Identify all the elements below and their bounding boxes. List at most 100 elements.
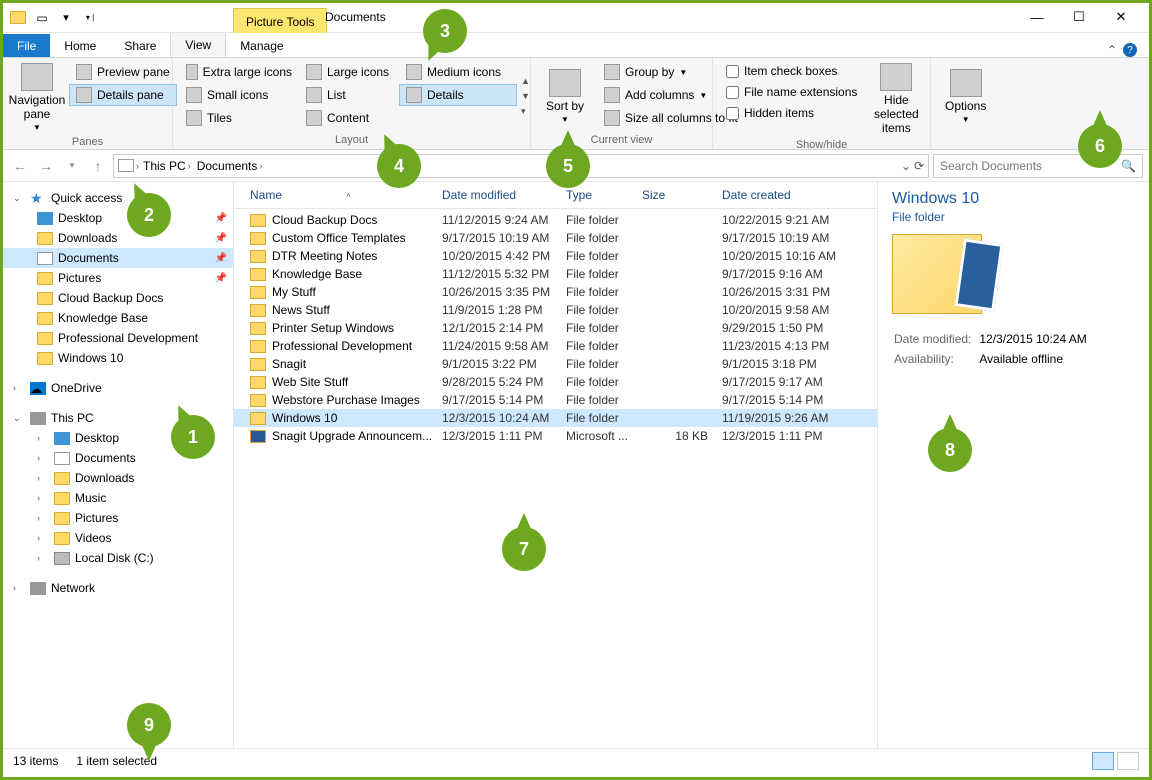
tab-file[interactable]: File — [3, 34, 50, 57]
preview-pane-button[interactable]: Preview pane — [69, 61, 177, 83]
up-button[interactable]: ↑ — [87, 155, 109, 177]
file-row[interactable]: DTR Meeting Notes10/20/2015 4:42 PMFile … — [234, 247, 877, 265]
tab-share[interactable]: Share — [110, 34, 170, 57]
file-row[interactable]: Printer Setup Windows12/1/2015 2:14 PMFi… — [234, 319, 877, 337]
details-pane: Windows 10 File folder Date modified:12/… — [877, 182, 1149, 748]
forward-button[interactable]: → — [35, 155, 57, 177]
file-row[interactable]: Snagit Upgrade Announcem...12/3/2015 1:1… — [234, 427, 877, 445]
details-value-availability: Available offline — [979, 350, 1092, 368]
options-button[interactable]: Options▼ — [937, 61, 994, 132]
nav-pc-videos[interactable]: ›Videos — [3, 528, 233, 548]
layout-details[interactable]: Details — [399, 84, 517, 106]
file-row[interactable]: My Stuff10/26/2015 3:35 PMFile folder10/… — [234, 283, 877, 301]
file-row[interactable]: Knowledge Base11/12/2015 5:32 PMFile fol… — [234, 265, 877, 283]
layout-medium-icons[interactable]: Medium icons — [399, 61, 517, 83]
nav-qa-downloads[interactable]: Downloads📌 — [3, 228, 233, 248]
ribbon-collapse-icon[interactable]: ⌃ — [1107, 43, 1117, 57]
view-details-icon[interactable] — [1092, 752, 1114, 770]
breadcrumb[interactable]: › This PC › Documents › ⌄ ⟳ — [113, 154, 929, 178]
add-columns-icon — [604, 87, 620, 103]
recent-locations-button[interactable]: ▾ — [61, 155, 83, 177]
layout-extra-large-icons[interactable]: Extra large icons — [179, 61, 299, 83]
file-row[interactable]: News Stuff11/9/2015 1:28 PMFile folder10… — [234, 301, 877, 319]
tab-manage[interactable]: Manage — [226, 34, 297, 57]
tiles-icon — [186, 110, 202, 126]
column-name[interactable]: Name˄ — [250, 188, 442, 202]
hide-selected-button[interactable]: Hide selected items — [868, 61, 924, 137]
layout-content[interactable]: Content — [299, 107, 399, 129]
nav-qa-knowledge-base[interactable]: Knowledge Base — [3, 308, 233, 328]
file-name-extensions[interactable]: File name extensions — [719, 82, 864, 102]
layout-tiles[interactable]: Tiles — [179, 107, 299, 129]
column-size[interactable]: Size — [642, 188, 722, 202]
file-row[interactable]: Windows 1012/3/2015 10:24 AMFile folder1… — [234, 409, 877, 427]
minimize-button[interactable]: — — [1017, 6, 1057, 28]
details-pane-button[interactable]: Details pane — [69, 84, 177, 106]
column-date-modified[interactable]: Date modified — [442, 188, 566, 202]
file-row[interactable]: Cloud Backup Docs11/12/2015 9:24 AMFile … — [234, 211, 877, 229]
file-row[interactable]: Custom Office Templates9/17/2015 10:19 A… — [234, 229, 877, 247]
layout-scroll-up-icon[interactable]: ▲ — [521, 76, 530, 86]
tab-view[interactable]: View — [170, 32, 226, 57]
nav-qa-cloud-backup-docs[interactable]: Cloud Backup Docs — [3, 288, 233, 308]
help-icon[interactable]: ? — [1123, 43, 1137, 57]
nav-qa-pictures[interactable]: Pictures📌 — [3, 268, 233, 288]
nav-pc-downloads[interactable]: ›Downloads — [3, 468, 233, 488]
nav-network[interactable]: ›Network — [3, 578, 233, 598]
folder-icon — [250, 340, 266, 353]
layout-list[interactable]: List — [299, 84, 399, 106]
properties-icon[interactable]: ▭ — [31, 7, 53, 29]
sm-icons-icon — [186, 87, 202, 103]
column-type[interactable]: Type — [566, 188, 642, 202]
file-list: Name˄ Date modified Type Size Date creat… — [234, 182, 877, 748]
file-row[interactable]: Professional Development11/24/2015 9:58 … — [234, 337, 877, 355]
hidden-items[interactable]: Hidden items — [719, 103, 864, 123]
nav-qa-desktop[interactable]: Desktop📌 — [3, 208, 233, 228]
column-headers: Name˄ Date modified Type Size Date creat… — [234, 182, 877, 209]
callout-1: 1 — [171, 415, 215, 459]
back-button[interactable]: ← — [9, 155, 31, 177]
file-row[interactable]: Webstore Purchase Images9/17/2015 5:14 P… — [234, 391, 877, 409]
layout-small-icons[interactable]: Small icons — [179, 84, 299, 106]
column-date-created[interactable]: Date created — [722, 188, 862, 202]
navigation-pane-icon — [21, 63, 53, 91]
nav-onedrive[interactable]: ›☁OneDrive — [3, 378, 233, 398]
file-row[interactable]: Snagit9/1/2015 3:22 PMFile folder9/1/201… — [234, 355, 877, 373]
nav-qa-documents[interactable]: Documents📌 — [3, 248, 233, 268]
details-value-modified: 12/3/2015 10:24 AM — [979, 330, 1092, 348]
file-row[interactable]: Web Site Stuff9/28/2015 5:24 PMFile fold… — [234, 373, 877, 391]
window-title: Documents — [325, 10, 386, 24]
callout-9: 9 — [127, 703, 171, 747]
close-button[interactable]: ✕ — [1101, 6, 1141, 28]
layout-scroll-down-icon[interactable]: ▼ — [521, 91, 530, 101]
contextual-tab-picture-tools[interactable]: Picture Tools — [233, 8, 327, 33]
refresh-icon[interactable]: ⟳ — [914, 159, 924, 173]
sort-icon — [549, 69, 581, 97]
breadcrumb-dropdown-icon[interactable]: ⌄ — [901, 159, 911, 173]
maximize-button[interactable]: ☐ — [1059, 6, 1099, 28]
breadcrumb-this-pc[interactable]: This PC › — [141, 159, 193, 173]
view-thumbnails-icon[interactable] — [1117, 752, 1139, 770]
item-check-boxes[interactable]: Item check boxes — [719, 61, 864, 81]
layout-large-icons[interactable]: Large icons — [299, 61, 399, 83]
layout-expand-icon[interactable]: ▾ — [521, 106, 530, 117]
status-bar: 13 items 1 item selected — [3, 748, 1149, 772]
nav-qa-professional-development[interactable]: Professional Development — [3, 328, 233, 348]
lg-icons-icon — [306, 64, 322, 80]
nav-pc-music[interactable]: ›Music — [3, 488, 233, 508]
nav-qa-windows-10[interactable]: Windows 10 — [3, 348, 233, 368]
tab-home[interactable]: Home — [50, 34, 110, 57]
nav-quick-access[interactable]: ⌄★Quick access — [3, 188, 233, 208]
nav-pc-pictures[interactable]: ›Pictures — [3, 508, 233, 528]
breadcrumb-documents[interactable]: Documents › — [195, 159, 265, 173]
pin-icon: 📌 — [215, 253, 227, 264]
folder-icon — [250, 412, 266, 425]
folder-icon — [54, 452, 70, 465]
sort-by-button[interactable]: Sort by▼ — [537, 61, 593, 132]
folder-icon — [250, 376, 266, 389]
search-icon: 🔍 — [1121, 159, 1136, 173]
navigation-pane-button[interactable]: Navigation pane▼ — [9, 61, 65, 134]
new-folder-icon[interactable]: ▾ — [55, 7, 77, 29]
qat-dropdown-icon[interactable]: ▾ | — [79, 7, 101, 29]
nav-pc-local-disk-c-[interactable]: ›Local Disk (C:) — [3, 548, 233, 568]
